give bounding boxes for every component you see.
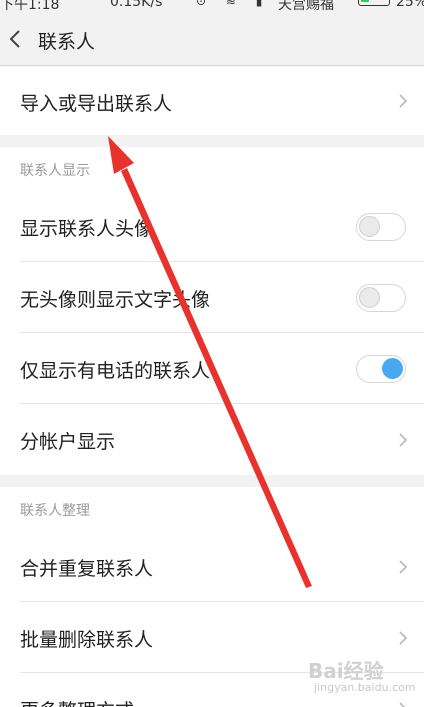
section-title: 联系人整理 <box>20 503 90 519</box>
battery-icon <box>358 0 390 6</box>
text-avatar-toggle[interactable] <box>356 284 406 312</box>
status-battery-level: 25% <box>396 0 424 10</box>
phone-only-label: 仅显示有电话的联系人 <box>20 360 211 382</box>
toggle-knob <box>359 287 380 308</box>
account-display-row[interactable]: 分帐户显示 <box>0 404 424 475</box>
status-network-speed: 0.15K/s <box>110 0 163 10</box>
merge-duplicates-row[interactable]: 合并重复联系人 <box>0 531 424 602</box>
chevron-right-icon <box>399 631 408 645</box>
text-avatar-label: 无头像则显示文字头像 <box>20 289 211 311</box>
section-title: 联系人显示 <box>20 163 90 179</box>
show-avatar-label: 显示联系人头像 <box>20 218 154 240</box>
show-avatar-row: 显示联系人头像 <box>0 191 424 262</box>
page-title: 联系人 <box>38 31 96 53</box>
watermark-logo-text: Bai经验 <box>308 659 384 683</box>
import-export-label: 导入或导出联系人 <box>20 93 173 115</box>
phone-only-row: 仅显示有电话的联系人 <box>0 333 424 404</box>
section-gap <box>0 135 424 147</box>
status-time: 下午1:18 <box>0 0 60 12</box>
chevron-right-icon <box>399 433 408 447</box>
status-bar: 下午1:18 0.15K/s ⊙ ≋ ▮ 天宫赐福 25% <box>0 0 424 12</box>
section-header-display: 联系人显示 <box>0 147 424 191</box>
baidu-watermark: Bai经验 jingyan.baidu.com <box>300 655 420 703</box>
account-display-label: 分帐户显示 <box>20 431 116 453</box>
status-signal-icons: ⊙ ≋ ▮ <box>196 0 271 8</box>
toggle-knob <box>359 216 380 237</box>
import-export-row[interactable]: 导入或导出联系人 <box>0 67 424 135</box>
status-carrier: 天宫赐福 <box>278 0 334 12</box>
merge-duplicates-label: 合并重复联系人 <box>20 558 154 580</box>
watermark-url: jingyan.baidu.com <box>314 681 416 694</box>
section-header-organize: 联系人整理 <box>0 487 424 531</box>
section-gap <box>0 475 424 487</box>
phone-only-toggle[interactable] <box>356 355 406 383</box>
show-avatar-toggle[interactable] <box>356 213 406 241</box>
chevron-right-icon <box>399 560 408 574</box>
more-options-label: 更多整理方式 <box>20 696 134 707</box>
batch-delete-label: 批量删除联系人 <box>20 629 154 651</box>
app-header: 联系人 <box>0 12 424 66</box>
chevron-right-icon <box>399 94 408 108</box>
back-arrow-icon[interactable] <box>4 24 28 54</box>
text-avatar-row: 无头像则显示文字头像 <box>0 262 424 333</box>
toggle-knob <box>382 358 403 379</box>
